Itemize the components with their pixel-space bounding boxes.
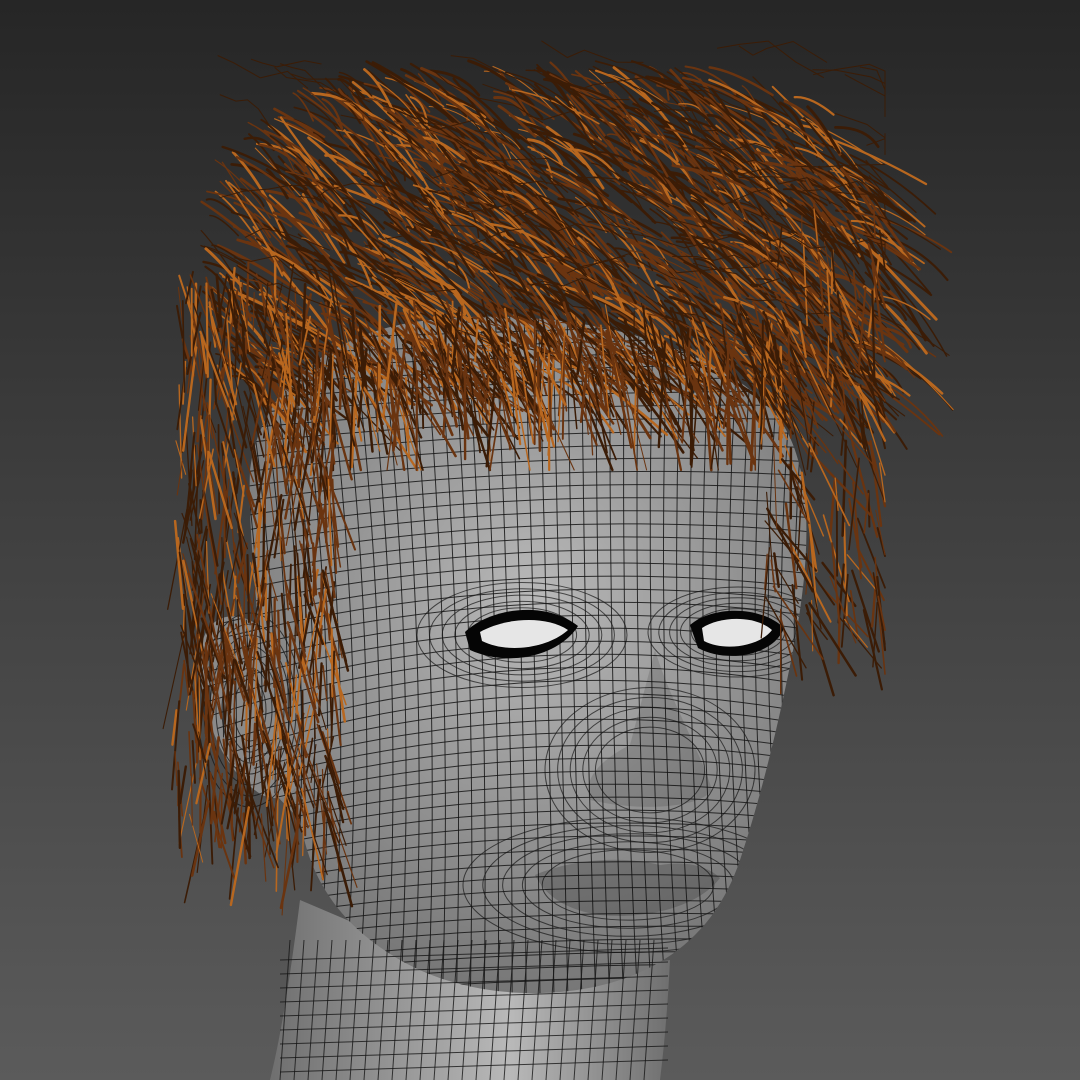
hair-strand (277, 609, 281, 661)
hair-strand (753, 374, 757, 471)
hair-strand (217, 423, 221, 514)
hair-strand (190, 773, 193, 826)
hair-strand (330, 628, 334, 698)
hair-strand (257, 502, 261, 568)
hair-strand (726, 342, 730, 466)
3d-viewport[interactable] (0, 0, 1080, 1080)
hair-strand (689, 375, 694, 466)
hair-strand (827, 335, 830, 378)
hair-strand (264, 427, 267, 524)
hair-strand (246, 553, 250, 624)
head-render (0, 0, 1080, 1080)
hair-strand (288, 632, 292, 684)
hair-strand (321, 350, 325, 442)
hair-strand (220, 788, 223, 849)
hair-strand (177, 769, 182, 849)
hair-strand (252, 722, 257, 766)
hair-strand (205, 282, 209, 378)
